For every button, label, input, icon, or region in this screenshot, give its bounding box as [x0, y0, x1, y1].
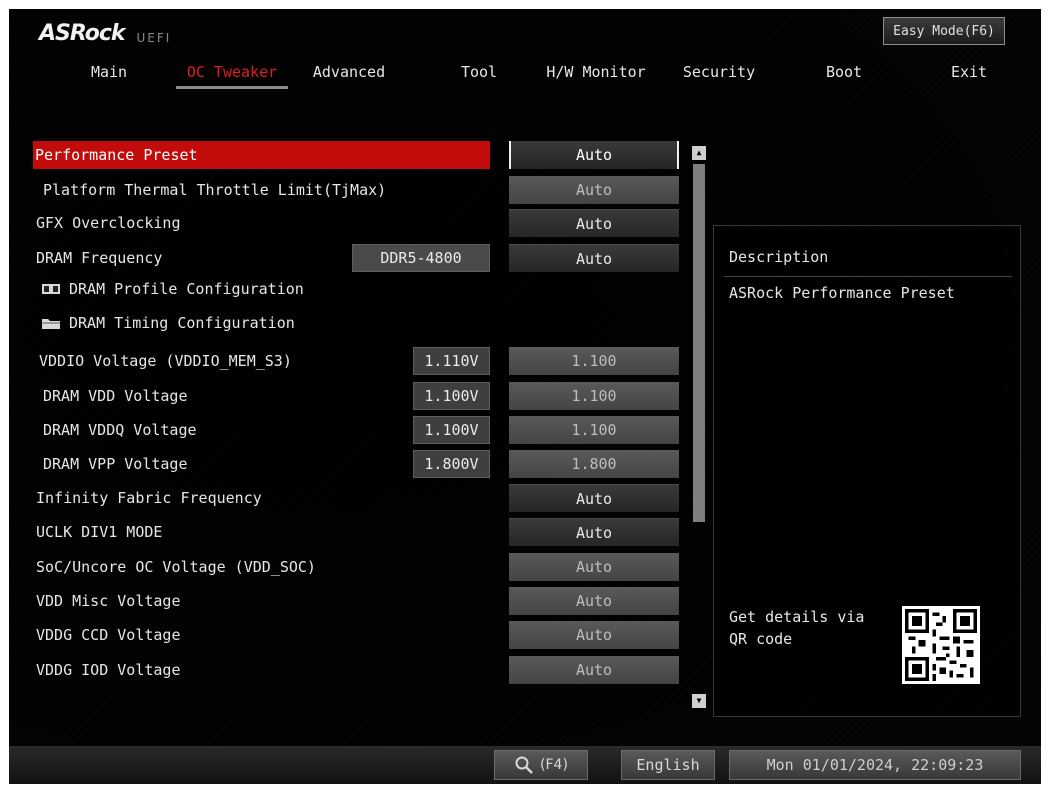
scroll-up-icon[interactable]: ▲	[692, 146, 706, 160]
dram-vddq-current: 1.100V	[413, 416, 490, 444]
search-button[interactable]: (F4)	[494, 750, 588, 780]
setting-label: DRAM Timing Configuration	[69, 314, 295, 332]
asrock-logo: ASRock UEFI	[39, 21, 171, 46]
setting-soc-uncore-oc-voltage[interactable]: SoC/Uncore OC Voltage (VDD_SOC)	[33, 553, 493, 581]
dram-vpp-current: 1.800V	[413, 450, 490, 478]
tab-oc-tweaker[interactable]: OC Tweaker	[176, 61, 288, 89]
description-panel: Description ASRock Performance Preset Ge…	[713, 225, 1021, 717]
tab-main[interactable]: Main	[79, 61, 139, 89]
setting-vdd-misc-voltage[interactable]: VDD Misc Voltage	[33, 587, 493, 615]
setting-label: VDD Misc Voltage	[36, 592, 181, 610]
bottom-bar: (F4) English Mon 01/01/2024, 22:09:23	[9, 746, 1041, 784]
description-divider	[724, 276, 1012, 277]
dram-vpp-value[interactable]: 1.800	[509, 450, 679, 478]
setting-vddg-iod-voltage[interactable]: VDDG IOD Voltage	[33, 656, 493, 684]
scroll-thumb[interactable]	[693, 164, 705, 522]
infinity-fabric-value[interactable]: Auto	[509, 484, 679, 512]
tab-tool[interactable]: Tool	[451, 61, 507, 89]
main-nav: Main OC Tweaker Advanced Tool H/W Monito…	[39, 61, 1039, 91]
setting-vddg-ccd-voltage[interactable]: VDDG CCD Voltage	[33, 621, 493, 649]
thermal-throttle-value[interactable]: Auto	[509, 176, 679, 204]
dram-frequency-current: DDR5-4800	[352, 244, 490, 272]
dram-vddq-value[interactable]: 1.100	[509, 416, 679, 444]
dram-vdd-current: 1.100V	[413, 382, 490, 410]
soc-voltage-value[interactable]: Auto	[509, 553, 679, 581]
setting-label: VDDIO Voltage (VDDIO_MEM_S3)	[39, 352, 292, 370]
language-button[interactable]: English	[621, 750, 715, 780]
memory-icon	[42, 284, 60, 294]
setting-label: VDDG CCD Voltage	[36, 626, 181, 644]
tab-security[interactable]: Security	[679, 61, 759, 89]
dram-vdd-value[interactable]: 1.100	[509, 382, 679, 410]
description-text: ASRock Performance Preset	[729, 284, 955, 302]
setting-label: DRAM Frequency	[36, 249, 163, 267]
performance-preset-value[interactable]: Auto	[509, 141, 679, 169]
tab-exit[interactable]: Exit	[939, 61, 999, 89]
setting-label: Infinity Fabric Frequency	[36, 489, 262, 507]
setting-label: DRAM VPP Voltage	[43, 455, 188, 473]
settings-scrollbar[interactable]: ▲ ▼	[692, 146, 706, 708]
setting-platform-thermal-throttle-limit[interactable]: Platform Thermal Throttle Limit(TjMax)	[33, 176, 493, 204]
description-title: Description	[729, 248, 829, 266]
search-icon	[515, 756, 533, 774]
scroll-down-icon[interactable]: ▼	[692, 694, 706, 708]
dram-frequency-value[interactable]: Auto	[509, 244, 679, 272]
qr-code-icon	[905, 609, 977, 681]
setting-label: DRAM Profile Configuration	[69, 280, 304, 298]
setting-dram-profile-configuration[interactable]: DRAM Profile Configuration	[33, 275, 493, 303]
easy-mode-button[interactable]: Easy Mode(F6)	[883, 17, 1005, 45]
brand-name: ASRock	[39, 21, 126, 46]
setting-label: SoC/Uncore OC Voltage (VDD_SOC)	[36, 558, 316, 576]
vddio-voltage-value[interactable]: 1.100	[509, 347, 679, 375]
setting-gfx-overclocking[interactable]: GFX Overclocking	[33, 209, 493, 237]
gfx-overclocking-value[interactable]: Auto	[509, 209, 679, 237]
setting-label: DRAM VDDQ Voltage	[43, 421, 197, 439]
uefi-label: UEFI	[136, 31, 172, 45]
vddg-ccd-value[interactable]: Auto	[509, 621, 679, 649]
tab-boot[interactable]: Boot	[814, 61, 874, 89]
qr-hint-text: Get details via QR code	[729, 608, 865, 648]
vddg-iod-value[interactable]: Auto	[509, 656, 679, 684]
setting-label: GFX Overclocking	[36, 214, 181, 232]
tab-hw-monitor[interactable]: H/W Monitor	[541, 61, 651, 89]
setting-label: VDDG IOD Voltage	[36, 661, 181, 679]
vddio-voltage-current: 1.110V	[413, 347, 490, 375]
tab-advanced[interactable]: Advanced	[309, 61, 389, 89]
setting-label: UCLK DIV1 MODE	[36, 523, 163, 541]
uclk-div1-value[interactable]: Auto	[509, 518, 679, 546]
vdd-misc-value[interactable]: Auto	[509, 587, 679, 615]
search-key-label: (F4)	[540, 757, 568, 773]
setting-performance-preset[interactable]: Performance Preset	[33, 141, 490, 169]
folder-icon	[42, 319, 60, 329]
datetime-display: Mon 01/01/2024, 22:09:23	[729, 750, 1021, 780]
bios-screen: ASRock UEFI Easy Mode(F6) Main OC Tweake…	[9, 9, 1041, 784]
setting-label: Performance Preset	[35, 146, 198, 164]
setting-uclk-div1-mode[interactable]: UCLK DIV1 MODE	[33, 518, 493, 546]
setting-infinity-fabric-frequency[interactable]: Infinity Fabric Frequency	[33, 484, 493, 512]
setting-dram-timing-configuration[interactable]: DRAM Timing Configuration	[33, 309, 493, 337]
setting-label: Platform Thermal Throttle Limit(TjMax)	[43, 181, 387, 199]
qr-code[interactable]	[902, 606, 980, 684]
setting-label: DRAM VDD Voltage	[43, 387, 188, 405]
